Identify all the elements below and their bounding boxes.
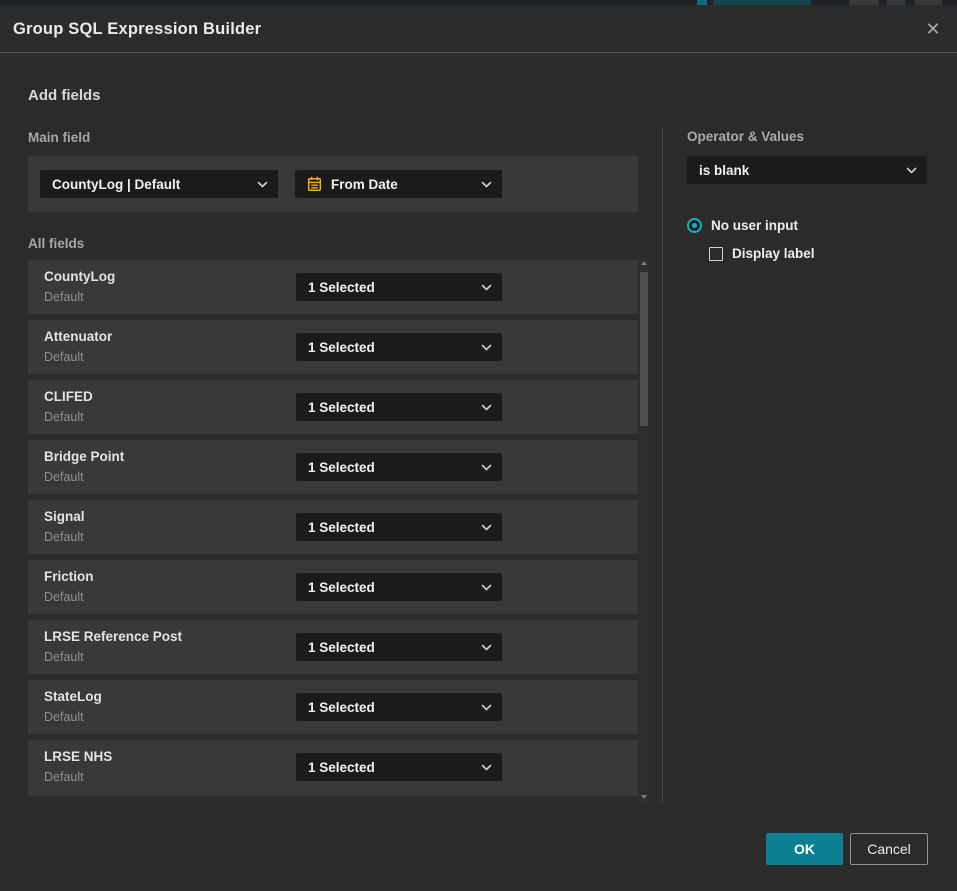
chevron-down-icon bbox=[257, 181, 268, 188]
field-row: Friction Default 1 Selected bbox=[28, 560, 638, 614]
chevron-down-icon bbox=[481, 284, 492, 291]
display-label-label: Display label bbox=[732, 246, 815, 261]
field-selected-dropdown[interactable]: 1 Selected bbox=[296, 333, 502, 361]
selected-count: 1 Selected bbox=[308, 760, 375, 775]
chevron-down-icon bbox=[481, 704, 492, 711]
checkbox-unchecked-icon bbox=[709, 247, 723, 261]
selected-count: 1 Selected bbox=[308, 700, 375, 715]
field-row: CLIFED Default 1 Selected bbox=[28, 380, 638, 434]
screen: Group SQL Expression Builder ✕ Add field… bbox=[0, 0, 957, 891]
chevron-down-icon bbox=[481, 764, 492, 771]
chevron-down-icon bbox=[481, 464, 492, 471]
field-selected-dropdown[interactable]: 1 Selected bbox=[296, 453, 502, 481]
field-row: StateLog Default 1 Selected bbox=[28, 680, 638, 734]
field-selected-dropdown[interactable]: 1 Selected bbox=[296, 633, 502, 661]
field-name: Attenuator bbox=[44, 329, 112, 344]
field-sublabel: Default bbox=[44, 470, 84, 484]
main-field-layer-select[interactable]: CountyLog | Default bbox=[40, 170, 278, 198]
field-row: LRSE Reference Post Default 1 Selected bbox=[28, 620, 638, 674]
chevron-down-icon bbox=[481, 584, 492, 591]
field-selected-dropdown[interactable]: 1 Selected bbox=[296, 753, 502, 781]
no-user-input-radio[interactable]: No user input bbox=[687, 218, 798, 233]
selected-count: 1 Selected bbox=[308, 520, 375, 535]
field-sublabel: Default bbox=[44, 770, 84, 784]
scrollbar[interactable] bbox=[639, 258, 649, 802]
chevron-down-icon bbox=[906, 167, 917, 174]
panel-divider bbox=[662, 127, 663, 803]
selected-count: 1 Selected bbox=[308, 400, 375, 415]
scrollbar-thumb[interactable] bbox=[640, 272, 648, 426]
main-field-field-value: From Date bbox=[331, 177, 398, 192]
field-name: CountyLog bbox=[44, 269, 115, 284]
field-sublabel: Default bbox=[44, 590, 84, 604]
chevron-down-icon bbox=[481, 524, 492, 531]
operator-value: is blank bbox=[699, 163, 749, 178]
field-name: Signal bbox=[44, 509, 85, 524]
operator-values-heading: Operator & Values bbox=[687, 129, 804, 144]
operator-select[interactable]: is blank bbox=[687, 156, 927, 184]
chevron-down-icon bbox=[481, 344, 492, 351]
display-label-checkbox[interactable]: Display label bbox=[709, 246, 815, 261]
scrollbar-down-icon[interactable] bbox=[641, 795, 647, 799]
field-selected-dropdown[interactable]: 1 Selected bbox=[296, 513, 502, 541]
field-row: CountyLog Default 1 Selected bbox=[28, 260, 638, 314]
field-row: LRSE NHS Default 1 Selected bbox=[28, 740, 638, 796]
field-row: Attenuator Default 1 Selected bbox=[28, 320, 638, 374]
field-row: Signal Default 1 Selected bbox=[28, 500, 638, 554]
field-name: Bridge Point bbox=[44, 449, 124, 464]
dialog-title: Group SQL Expression Builder bbox=[13, 5, 261, 53]
dialog-header: Group SQL Expression Builder ✕ bbox=[0, 5, 957, 53]
field-sublabel: Default bbox=[44, 290, 84, 304]
calendar-date-icon bbox=[307, 176, 322, 192]
field-name: LRSE Reference Post bbox=[44, 629, 182, 644]
field-name: LRSE NHS bbox=[44, 749, 112, 764]
field-name: CLIFED bbox=[44, 389, 93, 404]
add-fields-heading: Add fields bbox=[28, 87, 101, 104]
all-fields-label: All fields bbox=[28, 236, 84, 251]
field-selected-dropdown[interactable]: 1 Selected bbox=[296, 273, 502, 301]
cancel-button[interactable]: Cancel bbox=[850, 833, 928, 865]
field-row: Bridge Point Default 1 Selected bbox=[28, 440, 638, 494]
field-sublabel: Default bbox=[44, 530, 84, 544]
selected-count: 1 Selected bbox=[308, 340, 375, 355]
field-selected-dropdown[interactable]: 1 Selected bbox=[296, 393, 502, 421]
close-icon[interactable]: ✕ bbox=[920, 16, 946, 42]
field-sublabel: Default bbox=[44, 350, 84, 364]
field-name: Friction bbox=[44, 569, 94, 584]
main-field-label: Main field bbox=[28, 130, 90, 145]
chevron-down-icon bbox=[481, 644, 492, 651]
chevron-down-icon bbox=[481, 404, 492, 411]
field-selected-dropdown[interactable]: 1 Selected bbox=[296, 573, 502, 601]
field-sublabel: Default bbox=[44, 410, 84, 424]
selected-count: 1 Selected bbox=[308, 580, 375, 595]
field-name: StateLog bbox=[44, 689, 102, 704]
radio-selected-icon bbox=[687, 218, 702, 233]
chevron-down-icon bbox=[481, 181, 492, 188]
field-sublabel: Default bbox=[44, 650, 84, 664]
main-field-layer-value: CountyLog | Default bbox=[52, 177, 180, 192]
field-selected-dropdown[interactable]: 1 Selected bbox=[296, 693, 502, 721]
selected-count: 1 Selected bbox=[308, 280, 375, 295]
no-user-input-label: No user input bbox=[711, 218, 798, 233]
main-field-field-select[interactable]: From Date bbox=[295, 170, 502, 198]
field-sublabel: Default bbox=[44, 710, 84, 724]
selected-count: 1 Selected bbox=[308, 640, 375, 655]
selected-count: 1 Selected bbox=[308, 460, 375, 475]
scrollbar-up-icon[interactable] bbox=[641, 261, 647, 265]
ok-button[interactable]: OK bbox=[766, 833, 843, 865]
